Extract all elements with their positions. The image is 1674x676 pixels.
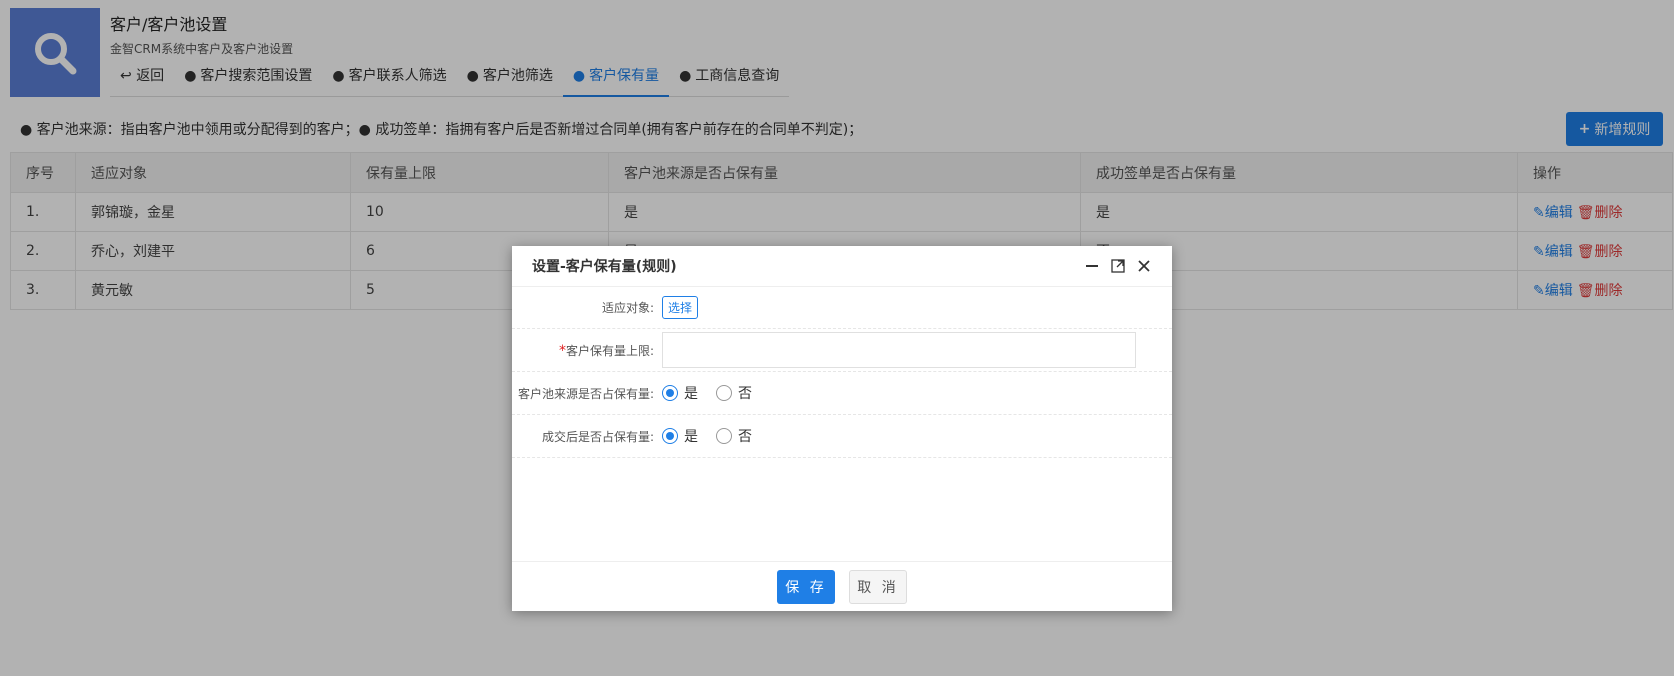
form-row-deal: 成交后是否占保有量: 是 否 <box>512 415 1172 458</box>
pool-label: 客户池来源是否占保有量: <box>517 386 654 401</box>
select-target-button[interactable]: 选择 <box>662 296 699 319</box>
deal-radio-group: 是 否 <box>662 426 752 446</box>
limit-label: *客户保有量上限: <box>512 342 662 359</box>
page: 客户/客户池设置 金智CRM系统中客户及客户池设置 ↩ 返回 ● 客户搜索范围设置… <box>0 0 1674 676</box>
cancel-button[interactable]: 取 消 <box>849 569 907 604</box>
deal-label: 成交后是否占保有量: <box>541 429 654 444</box>
pool-radio-no[interactable]: 否 <box>716 383 752 403</box>
radio-unchecked-icon <box>716 428 732 444</box>
maximize-icon[interactable] <box>1110 258 1126 274</box>
dialog-footer: 保 存 取 消 <box>512 561 1172 611</box>
close-icon[interactable] <box>1136 258 1152 274</box>
dialog-header: 设置-客户保有量(规则) <box>512 246 1172 287</box>
form-row-target: 适应对象: 选择 <box>512 287 1172 329</box>
radio-label: 否 <box>738 429 752 445</box>
dialog-title: 设置-客户保有量(规则) <box>532 259 677 275</box>
form-row-pool: 客户池来源是否占保有量: 是 否 <box>512 372 1172 415</box>
limit-label-text: 客户保有量上限: <box>565 343 654 358</box>
required-mark: * <box>558 342 566 359</box>
limit-input[interactable] <box>662 332 1136 368</box>
minimize-icon[interactable] <box>1084 258 1100 274</box>
radio-checked-icon <box>662 428 678 444</box>
quota-rule-dialog: 设置-客户保有量(规则) 适应对象: 选择 *客户保有量上限: 客户池来源是否占… <box>512 246 1172 611</box>
target-label: 适应对象: <box>601 301 654 315</box>
dialog-controls <box>1084 258 1152 274</box>
deal-radio-yes[interactable]: 是 <box>662 426 698 446</box>
radio-label: 否 <box>738 386 752 402</box>
radio-unchecked-icon <box>716 385 732 401</box>
radio-label: 是 <box>684 429 698 445</box>
radio-checked-icon <box>662 385 678 401</box>
pool-radio-group: 是 否 <box>662 383 752 403</box>
deal-radio-no[interactable]: 否 <box>716 426 752 446</box>
pool-radio-yes[interactable]: 是 <box>662 383 698 403</box>
radio-label: 是 <box>684 386 698 402</box>
save-button[interactable]: 保 存 <box>777 569 835 604</box>
form-row-limit: *客户保有量上限: <box>512 329 1172 372</box>
